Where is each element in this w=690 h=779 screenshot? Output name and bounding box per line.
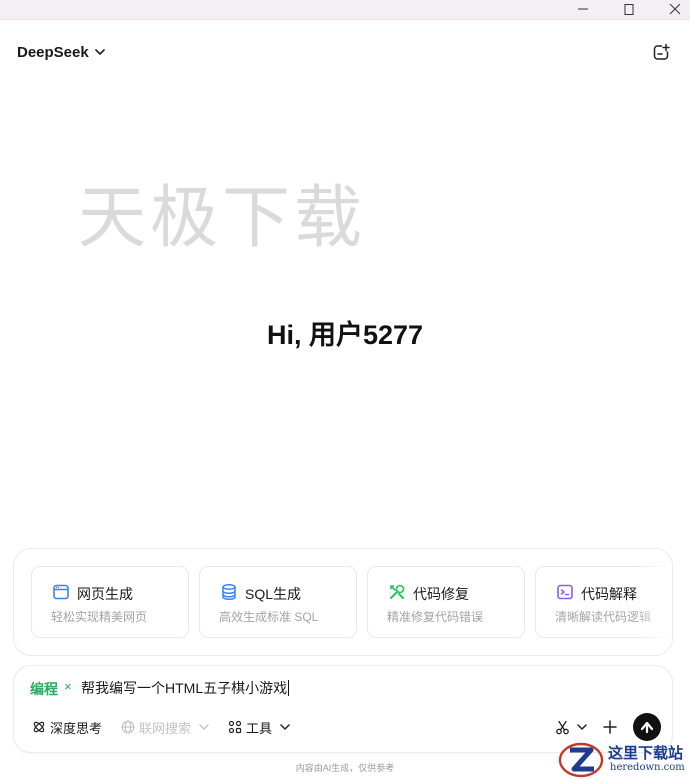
site-logo-url: heredown.com [610, 762, 685, 773]
maximize-button[interactable] [606, 0, 652, 20]
site-logo: 这里下载站 heredown.com [556, 740, 690, 779]
close-icon [669, 4, 681, 15]
minimize-button[interactable] [560, 0, 606, 20]
chevron-down-icon [199, 724, 209, 731]
suggestion-cards-panel: 网页生成 轻松实现精美网页 SQL生成 高效生成标准 SQL 代码修复 精准修复… [13, 548, 673, 656]
chevron-down-icon [94, 49, 105, 55]
site-logo-text: 这里下载站 [608, 744, 684, 762]
new-chat-button[interactable] [650, 40, 674, 64]
card-subtitle: 精准修复代码错误 [387, 610, 484, 624]
browser-window-icon [53, 584, 69, 600]
close-button[interactable] [652, 0, 690, 20]
card-sql-generation[interactable]: SQL生成 高效生成标准 SQL [199, 566, 357, 638]
prompt-text: 帮我编写一个HTML五子棋小游戏 [81, 680, 288, 696]
card-web-generation[interactable]: 网页生成 轻松实现精美网页 [31, 566, 189, 638]
minimize-icon [578, 8, 588, 10]
mode-tag: 编程 [30, 681, 58, 697]
chevron-down-icon [280, 724, 290, 731]
z-logo-icon [558, 742, 604, 778]
text-caret [288, 680, 290, 696]
deep-think-button[interactable]: 深度思考 [32, 717, 102, 737]
apps-grid-icon [228, 720, 242, 734]
card-subtitle: 轻松实现精美网页 [51, 610, 148, 624]
card-subtitle: 高效生成标准 SQL [219, 610, 319, 624]
card-title: 网页生成 [77, 586, 133, 602]
scissors-button[interactable] [555, 717, 587, 737]
send-button[interactable] [633, 713, 661, 741]
terminal-icon [557, 584, 573, 600]
model-selector[interactable]: DeepSeek [17, 42, 105, 62]
card-code-fix[interactable]: 代码修复 精准修复代码错误 [367, 566, 525, 638]
card-title: 代码解释 [581, 586, 637, 602]
tools-label: 工具 [246, 720, 273, 736]
new-chat-icon [653, 43, 670, 60]
attach-button[interactable] [603, 717, 617, 737]
globe-icon [121, 720, 135, 734]
watermark-text: 天极下载 [78, 179, 367, 258]
arrow-up-icon [640, 721, 654, 734]
chevron-down-icon [577, 724, 587, 731]
prompt-input[interactable]: 帮我编写一个HTML五子棋小游戏 [81, 678, 290, 698]
tools-dropdown-button[interactable]: 工具 [228, 717, 290, 737]
wrench-icon [390, 584, 405, 599]
greeting-heading: Hi, 用户5277 [266, 320, 424, 350]
cards-scroll-fade [632, 549, 672, 655]
web-search-button[interactable]: 联网搜索 [121, 717, 209, 737]
card-title: SQL生成 [245, 586, 302, 602]
database-icon [222, 584, 236, 601]
model-name: DeepSeek [17, 43, 89, 61]
window-titlebar [0, 0, 690, 20]
maximize-icon [624, 4, 634, 15]
plus-icon [603, 720, 617, 734]
scissors-icon [556, 720, 569, 734]
mode-tag-close-button[interactable]: × [64, 679, 72, 694]
web-search-label: 联网搜索 [139, 720, 192, 736]
atom-icon [33, 721, 45, 733]
deep-think-label: 深度思考 [50, 720, 103, 736]
card-title: 代码修复 [413, 586, 469, 602]
